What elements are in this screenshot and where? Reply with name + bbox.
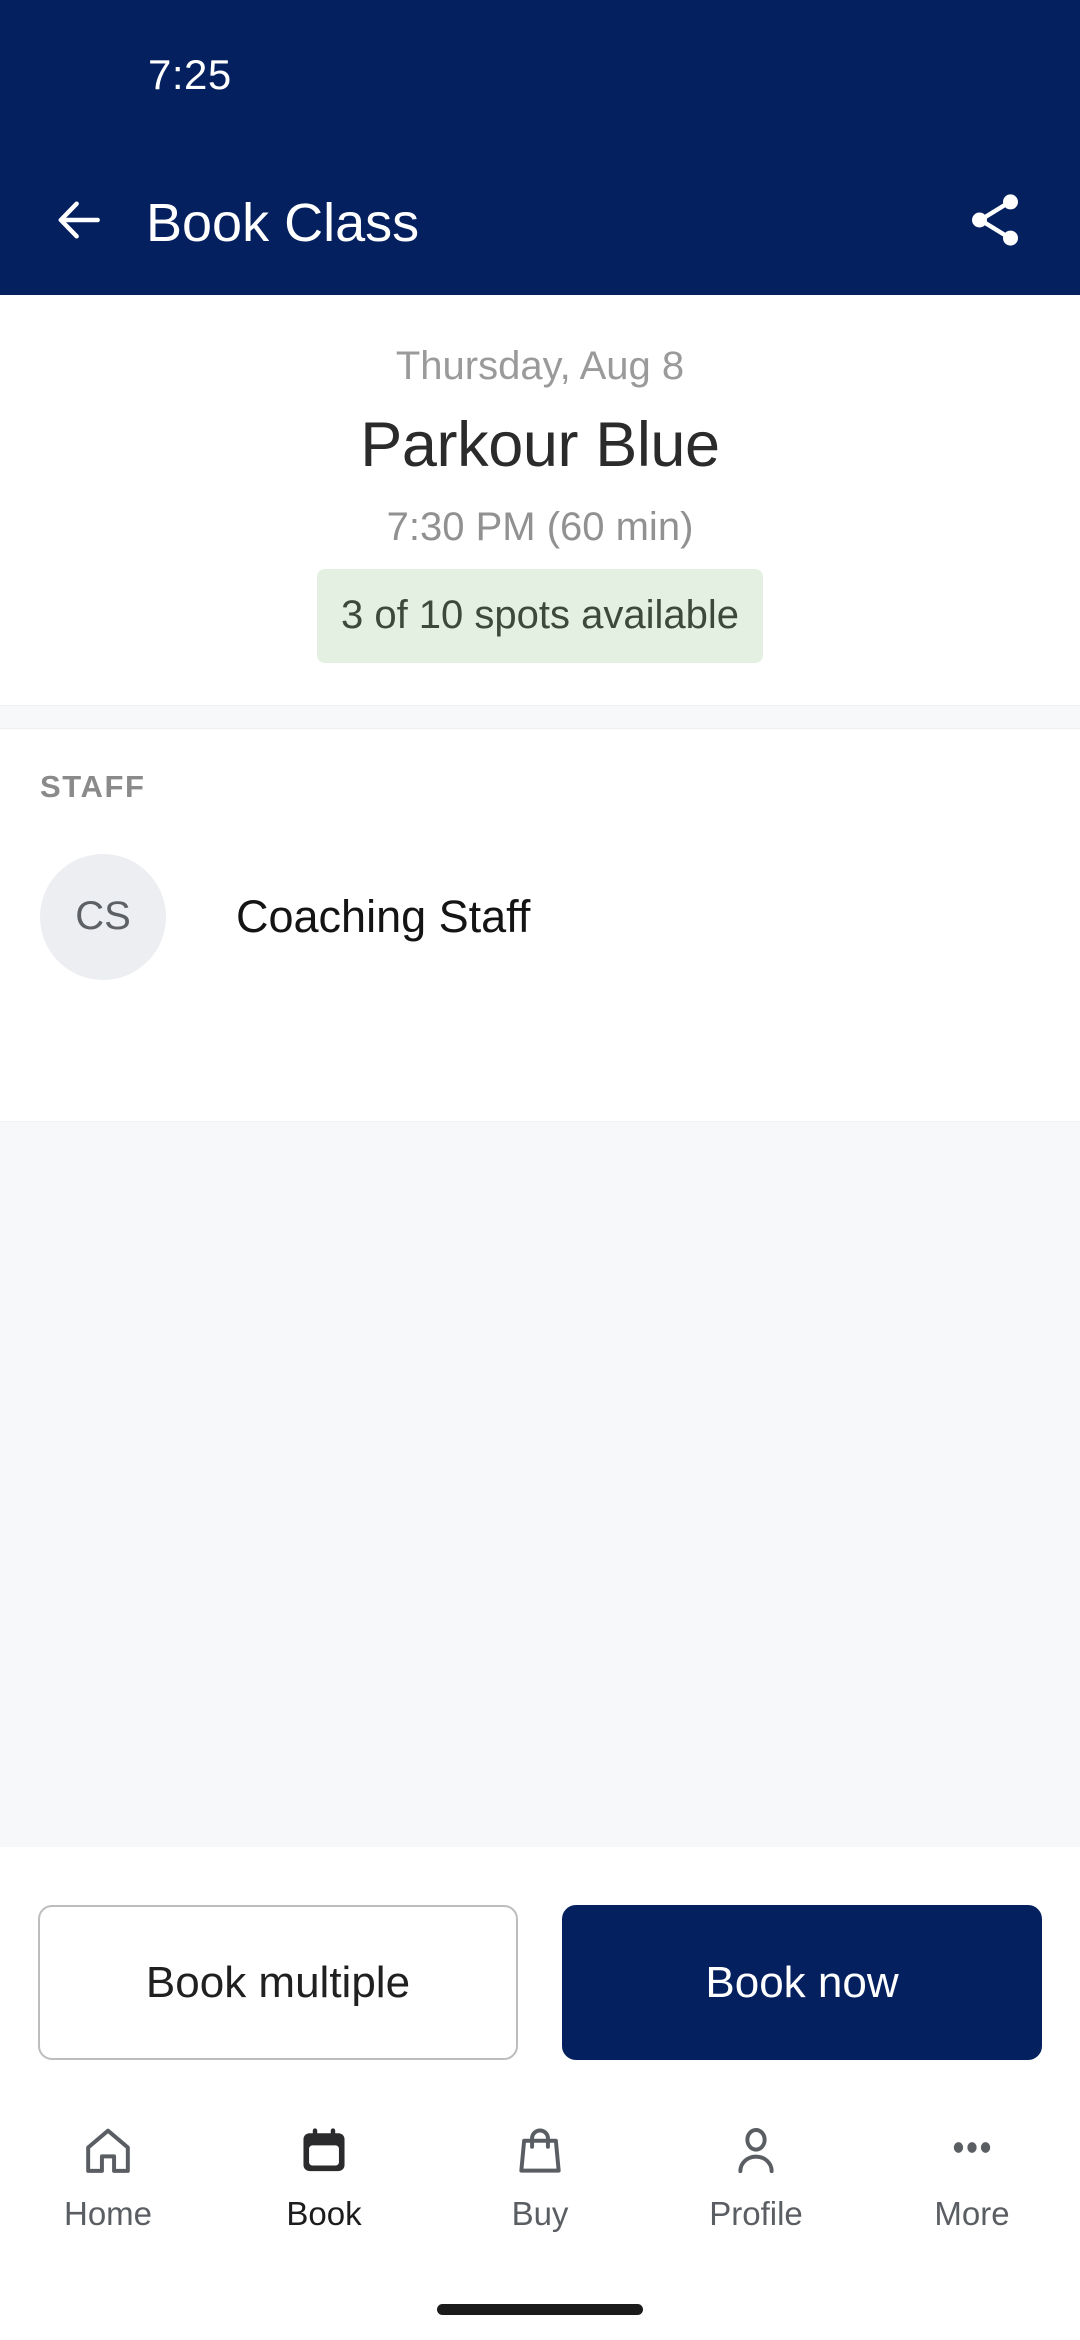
nav-item-buy[interactable]: Buy bbox=[432, 2118, 648, 2230]
nav-item-book[interactable]: Book bbox=[216, 2118, 432, 2230]
nav-item-profile[interactable]: Profile bbox=[648, 2118, 864, 2230]
page-title: Book Class bbox=[146, 192, 420, 253]
class-name: Parkour Blue bbox=[360, 410, 720, 481]
home-indicator[interactable] bbox=[437, 2303, 643, 2315]
staff-name: Coaching Staff bbox=[236, 891, 531, 943]
bottom-navigation: Home Book Buy Profile More bbox=[0, 2100, 1080, 2278]
ellipsis-icon bbox=[944, 2118, 1000, 2184]
share-icon bbox=[964, 189, 1026, 256]
staff-section-label: STAFF bbox=[40, 768, 146, 804]
nav-label-buy: Buy bbox=[511, 2195, 569, 2232]
content-area bbox=[0, 1120, 1080, 1847]
nav-label-book: Book bbox=[286, 2195, 362, 2232]
status-bar: 7:25 bbox=[0, 0, 1080, 150]
back-button[interactable] bbox=[50, 194, 108, 252]
class-date: Thursday, Aug 8 bbox=[395, 344, 685, 388]
staff-section: STAFF CS Coaching Staff bbox=[0, 728, 1080, 1121]
nav-item-home[interactable]: Home bbox=[0, 2118, 216, 2230]
section-divider bbox=[0, 704, 1080, 729]
nav-item-more[interactable]: More bbox=[864, 2118, 1080, 2230]
list-item[interactable]: CS Coaching Staff bbox=[40, 853, 1040, 980]
status-badge: 3 of 10 spots available bbox=[316, 568, 764, 663]
person-icon bbox=[728, 2118, 784, 2184]
share-button[interactable] bbox=[960, 188, 1030, 258]
class-summary: Thursday, Aug 8 Parkour Blue 7:30 PM (60… bbox=[0, 295, 1080, 705]
book-multiple-button[interactable]: Book multiple bbox=[38, 1905, 518, 2060]
nav-label-home: Home bbox=[63, 2195, 153, 2232]
nav-label-more: More bbox=[934, 2195, 1010, 2232]
home-icon bbox=[80, 2118, 136, 2184]
availability-row: 3 of 10 spots available bbox=[40, 568, 1040, 663]
avatar: CS bbox=[40, 853, 166, 980]
shopping-bag-icon bbox=[512, 2118, 568, 2184]
book-now-button[interactable]: Book now bbox=[562, 1905, 1042, 2060]
app-bar: Book Class bbox=[0, 150, 1080, 295]
app-screen: 7:25 Book Class Thursday, Aug 8 Parkour … bbox=[0, 0, 1080, 2340]
nav-label-profile: Profile bbox=[709, 2195, 803, 2232]
class-time-duration: 7:30 PM (60 min) bbox=[386, 504, 694, 549]
action-bar: Book multiple Book now bbox=[0, 1847, 1080, 2100]
home-indicator-area bbox=[0, 2278, 1080, 2340]
status-bar-clock: 7:25 bbox=[148, 51, 232, 98]
arrow-left-icon bbox=[51, 192, 107, 253]
calendar-icon bbox=[296, 2118, 352, 2184]
